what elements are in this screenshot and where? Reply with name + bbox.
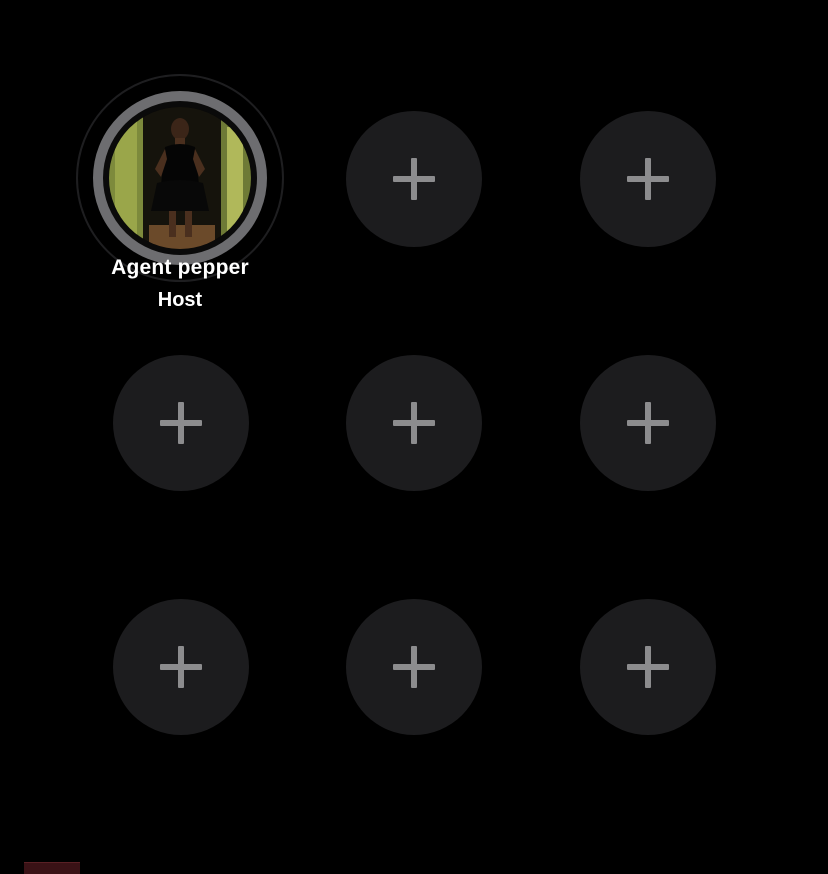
plus-icon (160, 402, 202, 444)
empty-seat-7[interactable] (113, 599, 249, 735)
plus-icon (627, 646, 669, 688)
plus-icon (627, 158, 669, 200)
plus-icon (160, 646, 202, 688)
empty-seat-2[interactable] (346, 111, 482, 247)
plus-icon (393, 646, 435, 688)
host-avatar[interactable] (109, 107, 251, 249)
host-name: Agent pepper (111, 256, 249, 279)
host-seat[interactable]: Agent pepper Host (76, 74, 286, 324)
empty-seat-8[interactable] (346, 599, 482, 735)
empty-seat-5[interactable] (346, 355, 482, 491)
plus-icon (393, 158, 435, 200)
host-role-label: Host (157, 289, 203, 311)
host-avatar-image (109, 107, 251, 249)
empty-seat-9[interactable] (580, 599, 716, 735)
guest-grid: Agent pepper Host (0, 0, 828, 874)
plus-icon (393, 402, 435, 444)
empty-seat-6[interactable] (580, 355, 716, 491)
plus-icon (627, 402, 669, 444)
empty-seat-4[interactable] (113, 355, 249, 491)
corner-thumbnail (24, 862, 80, 874)
empty-seat-3[interactable] (580, 111, 716, 247)
